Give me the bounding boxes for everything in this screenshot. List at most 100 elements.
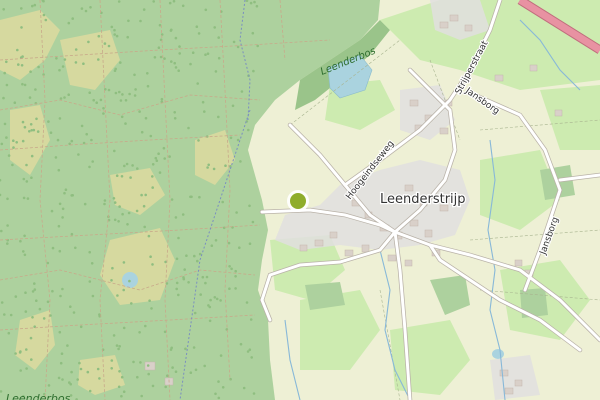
tree-dot: [139, 19, 142, 23]
tree-dot: [119, 61, 122, 64]
tree-dot: [160, 97, 164, 101]
tree-dot: [151, 384, 155, 388]
tree-dot: [152, 0, 155, 3]
tree-dot: [35, 299, 38, 303]
tree-dot: [175, 287, 178, 291]
tree-dot: [46, 300, 50, 304]
tree-dot: [63, 58, 67, 61]
tree-dot: [3, 122, 7, 126]
tree-dot: [203, 110, 206, 113]
tree-dot: [103, 202, 106, 206]
tree-dot: [47, 384, 51, 387]
tree-dot: [163, 157, 166, 160]
tree-dot: [181, 4, 185, 8]
tree-dot: [126, 223, 129, 226]
tree-dot: [175, 281, 179, 285]
tree-dot: [170, 60, 173, 63]
tree-dot: [70, 139, 74, 143]
tree-dot: [54, 156, 58, 159]
tree-dot: [5, 136, 8, 139]
tree-dot: [76, 378, 79, 381]
tree-dot: [42, 317, 46, 320]
tree-dot: [115, 174, 119, 177]
tree-dot: [174, 36, 178, 40]
tree-dot: [20, 64, 24, 67]
tree-dot: [125, 162, 129, 166]
tree-dot: [217, 396, 221, 400]
map-view[interactable]: Leenderbos Leenderbos Hoogeindseweg Stri…: [0, 0, 600, 400]
tree-dot: [72, 311, 76, 314]
location-marker[interactable]: [287, 190, 309, 212]
tree-dot: [31, 316, 34, 319]
tree-dot: [246, 350, 250, 353]
tree-dot: [190, 195, 193, 199]
tree-dot: [195, 25, 199, 29]
tree-dot: [79, 367, 83, 371]
tree-dot: [120, 115, 124, 119]
tree-dot: [59, 361, 63, 365]
tree-dot: [178, 45, 181, 48]
tree-dot: [171, 366, 174, 369]
tree-dot: [32, 128, 36, 132]
tree-dot: [231, 104, 235, 108]
tree-dot: [66, 344, 69, 347]
tree-dot: [25, 163, 28, 167]
tree-dot: [173, 117, 177, 120]
tree-dot: [115, 344, 119, 347]
tree-dot: [247, 128, 250, 132]
tree-dot: [208, 319, 212, 323]
tree-dot: [21, 82, 24, 86]
tree-dot: [163, 330, 167, 334]
tree-dot: [33, 288, 37, 291]
tree-dot: [183, 268, 186, 271]
tree-dot: [121, 93, 124, 96]
tree-dot: [88, 250, 91, 254]
tree-dot: [210, 244, 214, 247]
tree-dot: [248, 204, 251, 208]
tree-dot: [209, 298, 212, 302]
tree-dot: [60, 352, 64, 356]
tree-dot: [30, 358, 33, 361]
tree-dot: [9, 313, 13, 317]
tree-dot: [242, 386, 246, 390]
tree-dot: [124, 99, 128, 102]
tree-dot: [160, 33, 164, 36]
tree-dot: [103, 42, 107, 45]
tree-dot: [78, 361, 81, 365]
tree-dot: [189, 62, 192, 66]
tree-dot: [162, 146, 166, 150]
tree-dot: [234, 269, 237, 273]
tree-dot: [206, 52, 210, 55]
tree-dot: [107, 88, 111, 92]
tree-dot: [74, 61, 78, 64]
tree-dot: [132, 360, 135, 364]
tree-dot: [61, 65, 65, 68]
tree-dot: [134, 88, 137, 91]
tree-dot: [219, 354, 223, 357]
tree-dot: [47, 120, 50, 123]
tree-dot: [37, 65, 40, 69]
tree-dot: [168, 155, 171, 158]
tree-dot: [201, 275, 205, 279]
tree-dot: [232, 40, 236, 44]
tree-dot: [56, 138, 60, 142]
tree-dot: [208, 305, 212, 309]
tree-dot: [69, 305, 72, 309]
tree-dot: [42, 13, 46, 17]
tree-dot: [217, 56, 221, 60]
tree-dot: [136, 167, 139, 170]
tree-dot: [173, 61, 176, 65]
tree-dot: [67, 21, 71, 25]
tree-dot: [96, 367, 100, 371]
tree-dot: [236, 138, 240, 142]
tree-dot: [70, 370, 73, 374]
tree-dot: [248, 242, 252, 245]
tree-dot: [0, 301, 4, 304]
tree-dot: [196, 82, 199, 85]
tree-dot: [3, 313, 6, 316]
tree-dot: [15, 141, 18, 144]
tree-dot: [98, 313, 101, 316]
tree-dot: [177, 236, 180, 240]
map-canvas[interactable]: Leenderbos Leenderbos Hoogeindseweg Stri…: [0, 0, 600, 400]
tree-dot: [133, 73, 136, 77]
